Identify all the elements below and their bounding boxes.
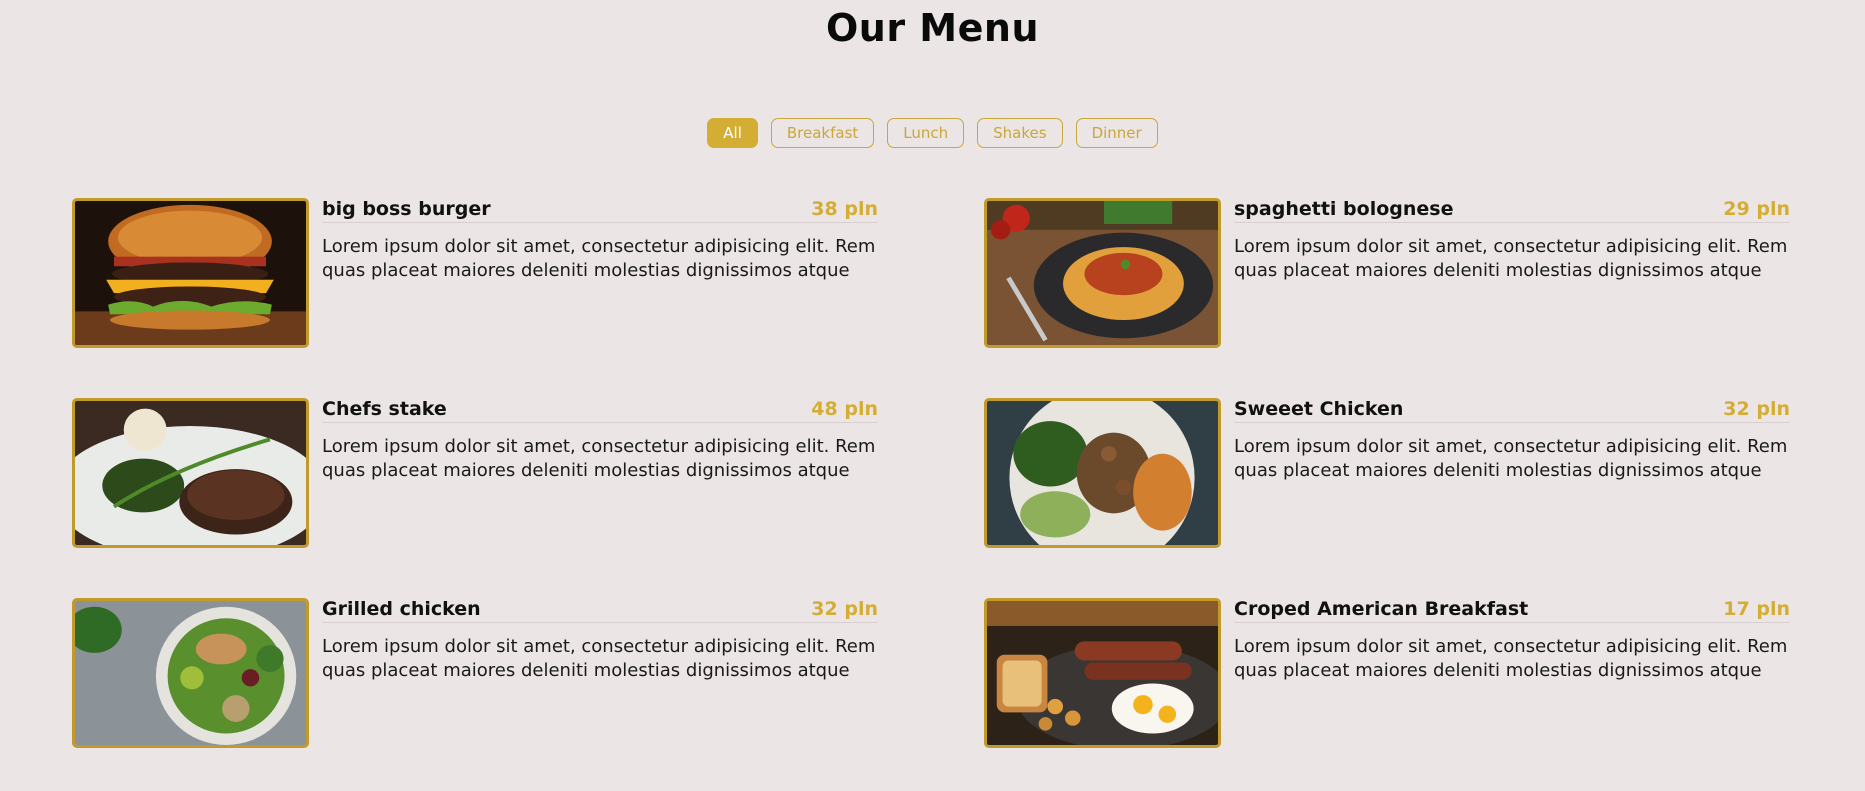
menu-item: big boss burger 38 pln Lorem ipsum dolor… <box>72 198 878 348</box>
filter-all-button[interactable]: All <box>707 118 758 148</box>
item-name: Croped American Breakfast <box>1234 598 1529 620</box>
page-title: Our Menu <box>825 6 1040 50</box>
burger-photo <box>72 198 309 348</box>
filter-dinner-button[interactable]: Dinner <box>1075 118 1158 148</box>
item-name: big boss burger <box>322 198 491 220</box>
item-description: Lorem ipsum dolor sit amet, consectetur … <box>322 636 876 681</box>
category-filters: All Breakfast Lunch Shakes Dinner <box>0 118 1865 148</box>
item-price: 32 pln <box>811 598 878 620</box>
breakfast-photo <box>984 598 1221 748</box>
menu-item: Sweeet Chicken 32 pln Lorem ipsum dolor … <box>984 398 1790 548</box>
item-description: Lorem ipsum dolor sit amet, consectetur … <box>1234 236 1788 281</box>
item-name: Grilled chicken <box>322 598 481 620</box>
item-header: Grilled chicken 32 pln <box>322 598 878 623</box>
item-header: Sweeet Chicken 32 pln <box>1234 398 1790 423</box>
filter-shakes-button[interactable]: Shakes <box>977 118 1063 148</box>
menu-grid: big boss burger 38 pln Lorem ipsum dolor… <box>72 198 1792 748</box>
item-description: Lorem ipsum dolor sit amet, consectetur … <box>322 436 876 481</box>
filter-lunch-button[interactable]: Lunch <box>887 118 965 148</box>
item-price: 32 pln <box>1723 398 1790 420</box>
item-description: Lorem ipsum dolor sit amet, consectetur … <box>1234 436 1788 481</box>
spaghetti-photo <box>984 198 1221 348</box>
chicken-bowl-photo <box>984 398 1221 548</box>
item-name: Sweeet Chicken <box>1234 398 1404 420</box>
item-header: Chefs stake 48 pln <box>322 398 878 423</box>
item-price: 17 pln <box>1723 598 1790 620</box>
menu-item: Croped American Breakfast 17 pln Lorem i… <box>984 598 1790 748</box>
menu-item: Chefs stake 48 pln Lorem ipsum dolor sit… <box>72 398 878 548</box>
item-name: Chefs stake <box>322 398 447 420</box>
item-header: Croped American Breakfast 17 pln <box>1234 598 1790 623</box>
item-description: Lorem ipsum dolor sit amet, consectetur … <box>1234 636 1788 681</box>
item-header: spaghetti bolognese 29 pln <box>1234 198 1790 223</box>
menu-item: Grilled chicken 32 pln Lorem ipsum dolor… <box>72 598 878 748</box>
menu-item: spaghetti bolognese 29 pln Lorem ipsum d… <box>984 198 1790 348</box>
salad-bowl-photo <box>72 598 309 748</box>
item-price: 48 pln <box>811 398 878 420</box>
filter-breakfast-button[interactable]: Breakfast <box>770 118 875 148</box>
item-header: big boss burger 38 pln <box>322 198 878 223</box>
item-price: 38 pln <box>811 198 878 220</box>
item-name: spaghetti bolognese <box>1234 198 1454 220</box>
item-price: 29 pln <box>1723 198 1790 220</box>
item-description: Lorem ipsum dolor sit amet, consectetur … <box>322 236 876 281</box>
steak-photo <box>72 398 309 548</box>
